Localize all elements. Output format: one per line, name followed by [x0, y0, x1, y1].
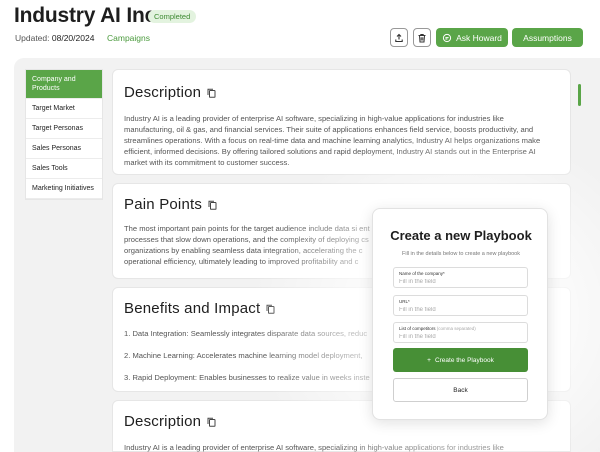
section-title: Description: [124, 413, 216, 430]
url-field: URL*: [393, 295, 528, 316]
company-name-field: Name of the company*: [393, 267, 528, 288]
url-input[interactable]: [399, 306, 523, 314]
section-nav: Company and Products Target Market Targe…: [25, 69, 103, 200]
field-label: List of competitors (comma separated): [399, 326, 476, 331]
sidebar-item-sales-tools[interactable]: Sales Tools: [26, 159, 102, 179]
plus-icon: +: [427, 356, 431, 364]
sidebar-item-target-market[interactable]: Target Market: [26, 99, 102, 119]
back-button[interactable]: Back: [393, 378, 528, 402]
competitors-field: List of competitors (comma separated): [393, 322, 528, 343]
copy-icon[interactable]: [207, 88, 216, 98]
section-title-text: Description: [124, 84, 202, 101]
modal-subtitle: Fill in the details below to create a ne…: [401, 251, 520, 257]
description-card: Description Industry AI is a leading pro…: [112, 69, 571, 175]
chat-icon: [442, 33, 452, 42]
ask-howard-button[interactable]: Ask Howard: [436, 28, 508, 47]
updated-info: Updated: 08/20/2024: [15, 33, 94, 43]
delete-button[interactable]: [413, 28, 431, 47]
sidebar-item-company-and-products[interactable]: Company and Products: [26, 70, 102, 99]
section-title-text: Description: [124, 413, 202, 430]
section-title-text: Benefits and Impact: [124, 300, 261, 317]
copy-icon[interactable]: [266, 304, 275, 314]
status-badge: Completed: [148, 10, 197, 23]
assumptions-label: Assumptions: [523, 32, 572, 43]
field-label: URL*: [399, 299, 410, 304]
page-header: Industry AI Inc. Completed Updated: 08/2…: [0, 0, 600, 58]
assumptions-button[interactable]: Assumptions: [512, 28, 583, 47]
create-playbook-modal: Create a new Playbook Fill in the detail…: [372, 208, 548, 420]
create-playbook-label: Create the Playbook: [434, 356, 494, 364]
field-label: Name of the company*: [399, 271, 445, 276]
export-button[interactable]: [390, 28, 408, 47]
page-title: Industry AI Inc.: [14, 4, 162, 27]
copy-icon[interactable]: [208, 200, 217, 210]
company-name-input[interactable]: [399, 278, 523, 286]
scrollbar-thumb[interactable]: [578, 84, 581, 106]
trash-icon: [418, 33, 426, 42]
sidebar-item-marketing-initiatives[interactable]: Marketing Initiatives: [26, 179, 102, 199]
sidebar-item-target-personas[interactable]: Target Personas: [26, 119, 102, 139]
section-title: Description: [124, 84, 216, 101]
modal-title: Create a new Playbook: [390, 228, 532, 243]
create-playbook-button[interactable]: + Create the Playbook: [393, 348, 528, 372]
section-body: Industry AI is a leading provider of ent…: [124, 114, 541, 167]
upload-icon: [395, 33, 403, 42]
campaigns-link[interactable]: Campaigns: [107, 33, 150, 43]
section-title-text: Pain Points: [124, 196, 203, 213]
competitors-input[interactable]: [399, 333, 523, 341]
copy-icon[interactable]: [207, 417, 216, 427]
section-body: Industry AI is a leading provider of ent…: [124, 443, 504, 452]
ask-howard-label: Ask Howard: [456, 32, 502, 43]
updated-date: 08/20/2024: [51, 33, 95, 43]
field-hint: (comma separated): [436, 326, 476, 331]
section-title: Pain Points: [124, 196, 217, 213]
sidebar-item-sales-personas[interactable]: Sales Personas: [26, 139, 102, 159]
updated-label: Updated:: [15, 33, 50, 43]
section-title: Benefits and Impact: [124, 300, 275, 317]
